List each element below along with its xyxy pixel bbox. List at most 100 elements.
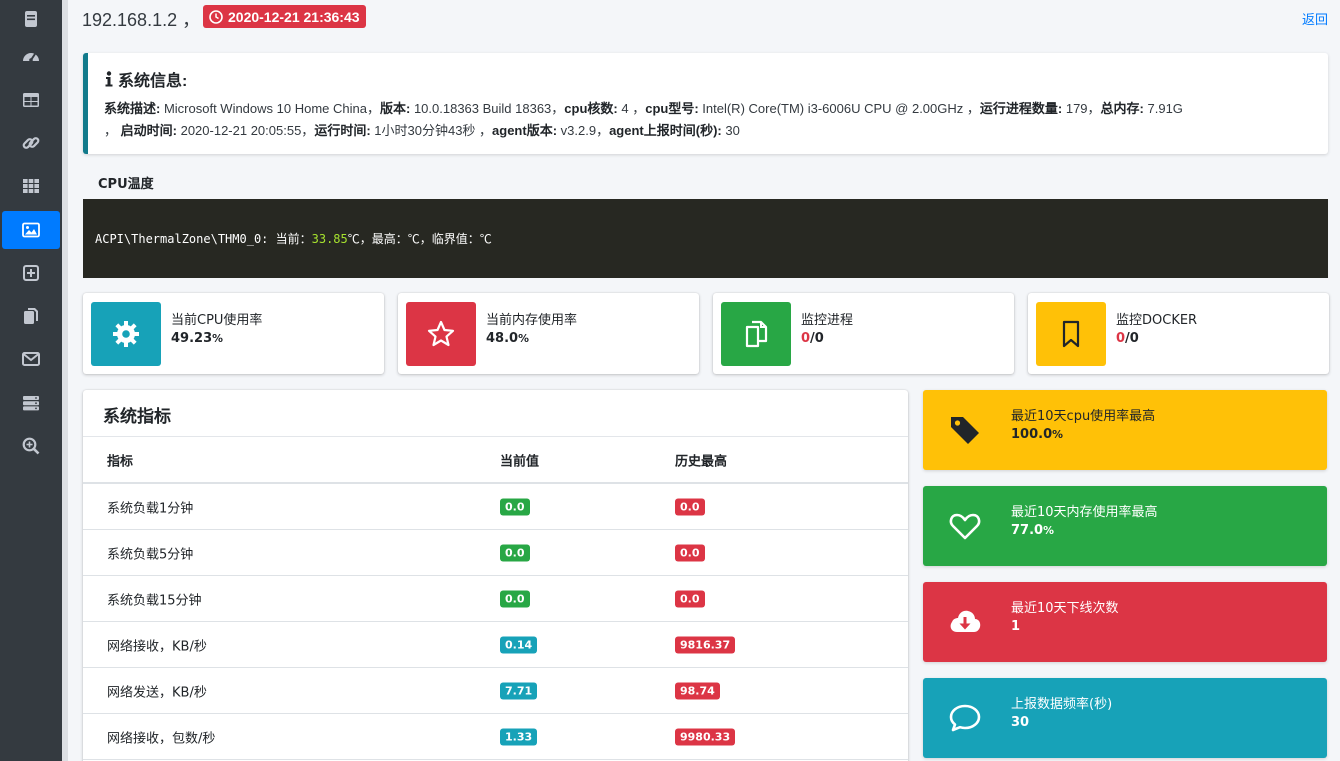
- current-value-badge: 0.0: [500, 498, 530, 515]
- sidebar-item-server[interactable]: [2, 384, 60, 422]
- stat-box-offline-label: 最近10天下线次数: [1011, 601, 1119, 616]
- search-plus-icon: [22, 437, 40, 455]
- system-info-heading: 系统信息:: [104, 67, 1312, 91]
- metrics-table-header: 指标 当前值 历史最高: [83, 437, 908, 484]
- info-box-memory-icon-wrap: [406, 302, 476, 366]
- stat-box-cpu-max: 最近10天cpu使用率最高 100.0%: [923, 390, 1327, 470]
- mem-value: 7.91G: [1143, 101, 1183, 116]
- max-value-badge: 9980.33: [675, 728, 736, 745]
- procs-value: 179，: [1062, 101, 1101, 116]
- metric-name: 系统负载5分钟: [107, 547, 194, 562]
- back-link[interactable]: 返回: [1302, 9, 1328, 28]
- grid-icon: [23, 179, 39, 193]
- info-box-docker: 监控DOCKER 0/0: [1028, 293, 1329, 374]
- stat-box-offline-icon-wrap: [947, 604, 983, 640]
- sidebar-item-grid[interactable]: [2, 167, 60, 205]
- info-box-process-value: 0/0: [801, 331, 824, 346]
- sidebar-item-zoom[interactable]: [2, 427, 60, 465]
- sidebar-item-mail[interactable]: [2, 340, 60, 378]
- image-icon: [22, 222, 40, 238]
- max-value-badge: 0.0: [675, 544, 705, 561]
- copy-icon: [745, 320, 768, 348]
- info-box-memory-value: 48.0%: [486, 331, 529, 346]
- process-down-count: 0: [801, 331, 811, 346]
- docker-total-count: /0: [1125, 331, 1139, 346]
- stat-box-memory-max: 最近10天内存使用率最高 77.0%: [923, 486, 1327, 566]
- book-icon: [25, 11, 37, 27]
- current-value-badge: 0.14: [500, 636, 538, 653]
- sidebar-item-table[interactable]: [2, 81, 60, 119]
- info-box-memory: 当前内存使用率 48.0%: [398, 293, 699, 374]
- table-row: 网络接收，KB/秒 0.14 9816.37: [83, 622, 908, 668]
- star-icon: [427, 320, 455, 347]
- metric-name: 网络发送，KB/秒: [107, 685, 207, 700]
- table-icon: [23, 93, 39, 107]
- system-info-title: 系统信息:: [118, 73, 188, 90]
- uptime-value: 1小时30分钟43秒 ，: [370, 123, 493, 138]
- report-label: agent上报时间(秒):: [609, 123, 722, 138]
- stat-box-report-frequency: 上报数据频率(秒) 30: [923, 678, 1327, 758]
- sidebar: [0, 0, 62, 761]
- sidebar-item-link[interactable]: [2, 124, 60, 162]
- metric-name: 系统负载1分钟: [107, 501, 194, 516]
- info-box-docker-label: 监控DOCKER: [1116, 313, 1198, 328]
- memory-usage-unit: %: [518, 332, 529, 345]
- stat-box-memory-max-value: 77.0%: [1011, 523, 1054, 538]
- current-value-badge: 7.71: [500, 682, 538, 699]
- info-box-cpu-icon-wrap: [91, 302, 161, 366]
- start-label: 启动时间:: [120, 123, 177, 138]
- copy-icon: [24, 308, 38, 324]
- stat-box-cpu-max-value: 100.0%: [1011, 427, 1063, 442]
- memory-max-unit: %: [1043, 524, 1054, 537]
- stat-box-report-frequency-label: 上报数据频率(秒): [1011, 697, 1113, 712]
- host-ip: 192.168.1.2 ，: [82, 10, 201, 30]
- table-row: 系统负载1分钟 0.0 0.0: [83, 484, 908, 530]
- gear-icon: [113, 321, 139, 347]
- desc-value: Microsoft Windows 10 Home China，: [160, 101, 380, 116]
- time-text: 2020-12-21 21:36:43: [228, 8, 360, 25]
- process-total-count: /0: [810, 331, 824, 346]
- main-content: 192.168.1.2 ， 2020-12-21 21:36:43 返回 系统信…: [68, 0, 1340, 761]
- stat-box-cpu-max-icon-wrap: [947, 412, 983, 448]
- info-box-docker-icon-wrap: [1036, 302, 1106, 366]
- sidebar-item-book[interactable]: [2, 0, 60, 38]
- metrics-card: 系统指标 指标 当前值 历史最高 系统负载1分钟 0.0 0.0 系统负载5分钟…: [83, 390, 908, 761]
- sidebar-item-dashboard[interactable]: [2, 38, 60, 76]
- info-box-process-label: 监控进程: [801, 313, 854, 328]
- max-value-badge: 0.0: [675, 498, 705, 515]
- desc-label: 系统描述:: [104, 101, 161, 116]
- docker-down-count: 0: [1116, 331, 1126, 346]
- stat-box-offline-value: 1: [1011, 619, 1021, 634]
- col-header-metric: 指标: [107, 454, 134, 469]
- metric-name: 网络接收，包数/秒: [107, 731, 216, 746]
- comment-icon: [949, 704, 981, 732]
- model-value: Intel(R) Core(TM) i3-6006U CPU @ 2.00GHz…: [698, 101, 980, 116]
- max-value-badge: 9816.37: [675, 636, 736, 653]
- report-value: 30: [721, 123, 740, 138]
- agent-label: agent版本:: [492, 123, 558, 138]
- metrics-card-title: 系统指标: [83, 390, 908, 437]
- info-box-memory-label: 当前内存使用率: [486, 313, 578, 328]
- version-label: 版本:: [379, 101, 411, 116]
- tag-icon: [951, 417, 979, 444]
- cpu-temp-console: ACPI\ThermalZone\THM0_0: 当前：33.85℃，最高：℃，…: [83, 199, 1328, 278]
- agent-value: v3.2.9，: [557, 123, 610, 138]
- info-box-process-icon-wrap: [721, 302, 791, 366]
- info-icon: [105, 71, 113, 87]
- cloud-download-icon: [950, 610, 981, 632]
- info-box-process: 监控进程 0/0: [713, 293, 1014, 374]
- table-row: 网络接收，包数/秒 1.33 9980.33: [83, 714, 908, 760]
- current-value-badge: 0.0: [500, 590, 530, 607]
- sidebar-item-add[interactable]: [2, 254, 60, 292]
- sidebar-item-image[interactable]: [2, 211, 60, 249]
- cores-label: cpu核数:: [564, 101, 618, 116]
- metric-name: 网络接收，KB/秒: [107, 639, 207, 654]
- cpu-temp-suffix: ℃，最高：℃，临界值：℃: [347, 232, 492, 246]
- system-info-line-1: 系统描述: Microsoft Windows 10 Home China，版本…: [104, 98, 1312, 120]
- cpu-temp-title: CPU温度: [98, 177, 154, 192]
- sidebar-item-copy[interactable]: [2, 297, 60, 335]
- link-icon: [22, 137, 40, 149]
- metric-name: 系统负载15分钟: [107, 593, 202, 608]
- cores-value: 4 ，: [617, 101, 646, 116]
- start-prefix: ，: [104, 123, 118, 138]
